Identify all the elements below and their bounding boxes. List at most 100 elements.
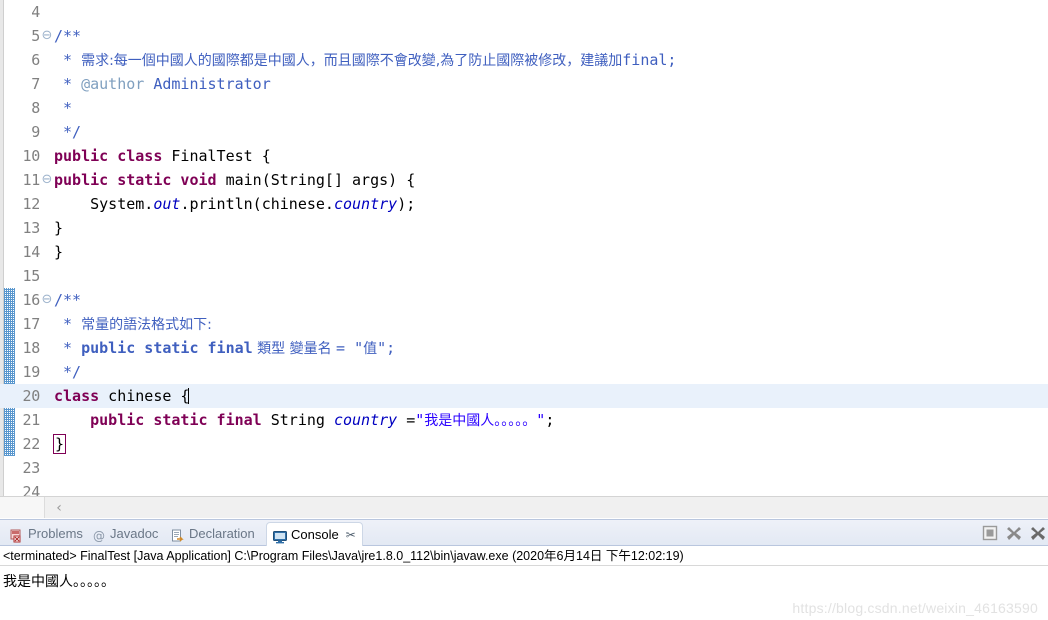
line-number: 11 [22,171,41,189]
line-number: 16 [22,291,41,309]
code-line[interactable]: 21 public static final String country ="… [0,408,1048,432]
console-toolbar[interactable] [982,522,1048,544]
console-tab-bar[interactable]: Problems @ Javadoc Declaration Console ✂ [0,520,1048,546]
code-token: = " [336,339,364,357]
code-token: final; [622,51,677,69]
code-token: = [397,411,416,429]
tab-label: Console [291,526,339,542]
code-line[interactable]: 13} [0,216,1048,240]
fold-toggle-icon[interactable]: ⊖ [41,288,53,312]
remove-launch-button[interactable] [1006,525,1022,541]
code-text: public class FinalTest { [54,144,271,168]
code-token: /** [54,27,82,45]
code-line[interactable]: 7 * @author Administrator [0,72,1048,96]
code-line[interactable]: 16 ⊖/** [0,288,1048,312]
code-token: 常量的語法格式如下: [81,317,212,333]
code-line[interactable]: 22} [0,432,1048,456]
code-line[interactable]: 5 ⊖/** [0,24,1048,48]
code-token: country [333,195,398,213]
code-text: * public static final 類型 變量名 = "值"; [54,336,395,361]
code-line[interactable]: 4 [0,0,1048,24]
fold-toggle-icon[interactable]: ⊖ [41,168,53,192]
line-number: 8 [31,99,40,117]
tab-label: Javadoc [110,526,159,541]
code-line[interactable]: 17 * 常量的語法格式如下: [0,312,1048,336]
code-token: Administrator [144,75,271,93]
close-icon[interactable]: ✂ [346,523,356,547]
code-token: public class [54,147,163,165]
code-token: public static final [90,411,262,429]
code-token: public static void [54,171,217,189]
code-line[interactable]: 15 [0,264,1048,288]
code-token: */ [54,123,82,141]
line-number: 19 [22,363,41,381]
code-token: System. [54,195,154,213]
code-line[interactable]: 24 [0,480,1048,496]
code-token: } [54,243,64,261]
code-line[interactable]: 14} [0,240,1048,264]
code-token: * [54,339,82,357]
code-token: * [54,51,82,69]
code-token: 類型 變量名 [252,341,337,357]
javadoc-icon: @ [92,527,106,543]
code-token: out [153,195,181,213]
line-number: 4 [31,3,40,21]
editor-horizontal-scrollbar[interactable]: ‹ [0,496,1048,518]
code-lines[interactable]: 4 5 ⊖/** 6 * 需求:每一個中國人的國際都是中國人，而且國際不會改變,為了防… [0,0,1048,496]
code-token: class [54,387,100,405]
line-number: 14 [22,243,41,261]
code-line[interactable]: 18 * public static final 類型 變量名 = "值"; [0,336,1048,360]
code-line[interactable]: 10 public class FinalTest { [0,144,1048,168]
tab-problems[interactable]: Problems [4,522,89,545]
line-number: 9 [31,123,40,141]
line-number: 22 [22,435,41,453]
code-token: } [52,434,67,454]
code-text: */ [54,120,81,144]
code-line[interactable]: 19 */ [0,360,1048,384]
code-line[interactable]: 8 * [0,96,1048,120]
tab-declaration[interactable]: Declaration [165,522,261,545]
tab-javadoc[interactable]: @ Javadoc [86,522,164,545]
code-token: 值 [363,341,378,357]
line-number: 13 [22,219,41,237]
code-token: "; [377,339,396,357]
code-text: * 常量的語法格式如下: [54,312,212,337]
remove-all-terminated-button[interactable] [1030,525,1046,541]
code-line[interactable]: 20 class chinese { [0,384,1048,408]
scroll-left-arrow-icon[interactable]: ‹ [52,499,66,517]
tab-label: Declaration [189,526,255,541]
code-text: System.out.println(chinese.country); [54,192,415,216]
code-text: /** [54,288,81,312]
code-token: " [536,411,546,429]
code-line[interactable]: 12 System.out.println(chinese.country); [0,192,1048,216]
line-number: 12 [22,195,41,213]
tab-console[interactable]: Console ✂ [266,522,363,546]
code-token: * [54,99,73,117]
code-line[interactable]: 23 [0,456,1048,480]
code-text: class chinese { [54,384,190,408]
watermark-text: https://blog.csdn.net/weixin_46163590 [792,600,1038,616]
fold-toggle-icon[interactable]: ⊖ [41,24,53,48]
code-text: */ [54,360,81,384]
code-token: main(String[] args) { [216,171,416,189]
code-editor[interactable]: 4 5 ⊖/** 6 * 需求:每一個中國人的國際都是中國人，而且國際不會改變,為了防… [0,0,1048,496]
problems-icon [10,527,24,542]
svg-text:@: @ [93,529,105,543]
code-token: ; [545,411,555,429]
code-text: } [54,216,63,240]
code-token: * [54,75,82,93]
console-icon [273,528,287,543]
line-number: 7 [31,75,40,93]
code-text: * [54,96,72,120]
line-number: 23 [22,459,41,477]
code-line[interactable]: 9 */ [0,120,1048,144]
line-number: 17 [22,315,41,333]
tab-label: Problems [28,526,83,541]
line-number: 18 [22,339,41,357]
text-caret [188,388,190,404]
code-line[interactable]: 6 * 需求:每一個中國人的國際都是中國人，而且國際不會改變,為了防止國際被修改… [0,48,1048,72]
code-line[interactable]: 11 ⊖ public static void main(String[] args… [0,168,1048,192]
terminate-button[interactable] [982,525,998,541]
code-token: FinalTest { [162,147,271,165]
